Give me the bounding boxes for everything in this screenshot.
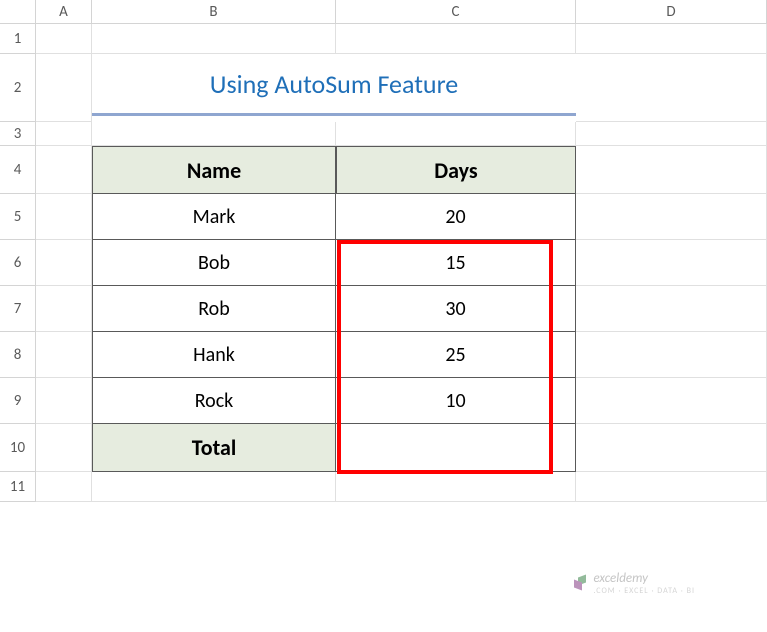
cell-name-1[interactable]: Bob — [92, 240, 336, 286]
select-all-corner[interactable] — [0, 0, 36, 24]
cell-name-0[interactable]: Mark — [92, 194, 336, 240]
cell-a5[interactable] — [36, 194, 92, 240]
cell-days-2[interactable]: 30 — [336, 286, 576, 332]
col-header-b[interactable]: B — [92, 0, 336, 24]
cell-d11[interactable] — [576, 472, 767, 502]
cell-name-2[interactable]: Rob — [92, 286, 336, 332]
cell-b3[interactable] — [92, 122, 336, 146]
row-header-10[interactable]: 10 — [0, 424, 36, 472]
row-header-9[interactable]: 9 — [0, 378, 36, 424]
cell-d2[interactable] — [576, 54, 767, 122]
cell-c11[interactable] — [336, 472, 576, 502]
cell-a1[interactable] — [36, 24, 92, 54]
cell-a7[interactable] — [36, 286, 92, 332]
cell-d5[interactable] — [576, 194, 767, 240]
total-label-cell[interactable]: Total — [92, 424, 336, 472]
row-header-6[interactable]: 6 — [0, 240, 36, 286]
watermark-tagline: .COM · EXCEL · DATA · BI — [593, 586, 695, 596]
row-header-7[interactable]: 7 — [0, 286, 36, 332]
row-header-3[interactable]: 3 — [0, 122, 36, 146]
total-value-cell[interactable] — [336, 424, 576, 472]
title-cell[interactable]: Using AutoSum Feature — [92, 54, 576, 116]
cell-days-4[interactable]: 10 — [336, 378, 576, 424]
row-header-11[interactable]: 11 — [0, 472, 36, 502]
cell-a2[interactable] — [36, 54, 92, 122]
cell-d8[interactable] — [576, 332, 767, 378]
row-header-1[interactable]: 1 — [0, 24, 36, 54]
cell-days-3[interactable]: 25 — [336, 332, 576, 378]
cell-a8[interactable] — [36, 332, 92, 378]
col-header-d[interactable]: D — [576, 0, 767, 24]
col-header-a[interactable]: A — [36, 0, 92, 24]
row-header-2[interactable]: 2 — [0, 54, 36, 122]
cell-b11[interactable] — [92, 472, 336, 502]
cell-d6[interactable] — [576, 240, 767, 286]
cell-d3[interactable] — [576, 122, 767, 146]
watermark-logo: exceldemy .COM · EXCEL · DATA · BI — [574, 571, 695, 596]
cell-days-1[interactable]: 15 — [336, 240, 576, 286]
cell-a10[interactable] — [36, 424, 92, 472]
cell-d7[interactable] — [576, 286, 767, 332]
row-header-4[interactable]: 4 — [0, 146, 36, 194]
header-name[interactable]: Name — [92, 146, 336, 194]
cube-icon — [574, 576, 590, 592]
cell-a3[interactable] — [36, 122, 92, 146]
cell-d1[interactable] — [576, 24, 767, 54]
col-header-c[interactable]: C — [336, 0, 576, 24]
row-header-5[interactable]: 5 — [0, 194, 36, 240]
cell-days-0[interactable]: 20 — [336, 194, 576, 240]
watermark-brand: exceldemy — [593, 571, 695, 586]
cell-c3[interactable] — [336, 122, 576, 146]
cell-name-4[interactable]: Rock — [92, 378, 336, 424]
cell-a4[interactable] — [36, 146, 92, 194]
cell-d4[interactable] — [576, 146, 767, 194]
cell-c1[interactable] — [336, 24, 576, 54]
cell-name-3[interactable]: Hank — [92, 332, 336, 378]
cell-b1[interactable] — [92, 24, 336, 54]
header-days[interactable]: Days — [336, 146, 576, 194]
cell-d9[interactable] — [576, 378, 767, 424]
cell-a11[interactable] — [36, 472, 92, 502]
cell-a9[interactable] — [36, 378, 92, 424]
spreadsheet-grid: A B C D 1 2 Using AutoSum Feature 3 4 Na… — [0, 0, 767, 502]
row-header-8[interactable]: 8 — [0, 332, 36, 378]
cell-a6[interactable] — [36, 240, 92, 286]
cell-d10[interactable] — [576, 424, 767, 472]
